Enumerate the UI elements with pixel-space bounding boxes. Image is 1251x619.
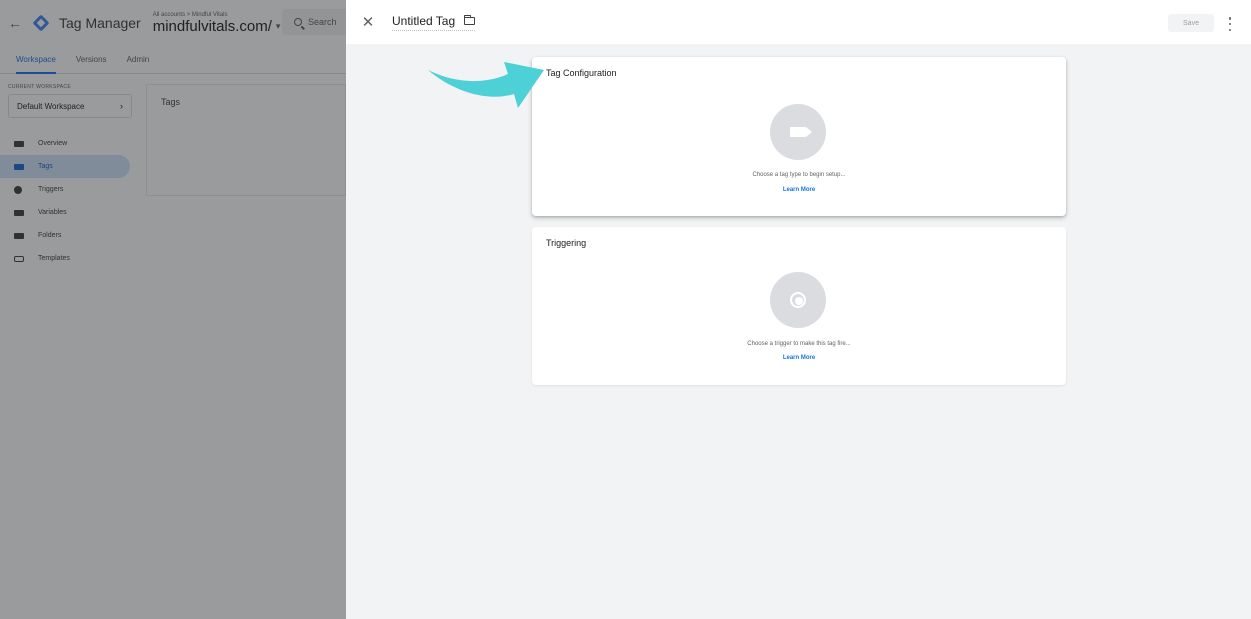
tag-configuration-card[interactable]: Tag Configuration Choose a tag type to b… bbox=[532, 57, 1066, 216]
learn-more-link[interactable]: Learn More bbox=[532, 355, 1066, 361]
card-hint: Choose a tag type to begin setup... bbox=[752, 172, 846, 178]
trigger-placeholder[interactable] bbox=[770, 272, 826, 328]
tag-title: Untitled Tag bbox=[392, 13, 456, 28]
card-title: Tag Configuration bbox=[546, 68, 617, 78]
tag-name-field[interactable]: Untitled Tag bbox=[392, 13, 476, 31]
tag-type-placeholder[interactable] bbox=[770, 104, 826, 160]
trigger-icon bbox=[790, 292, 806, 308]
folder-icon[interactable] bbox=[463, 14, 476, 25]
learn-more-link[interactable]: Learn More bbox=[532, 187, 1066, 193]
save-button[interactable]: Save bbox=[1168, 14, 1214, 32]
more-options-icon[interactable] bbox=[1228, 17, 1232, 31]
card-hint: Choose a trigger to make this tag fire..… bbox=[747, 341, 851, 347]
modal-scrim[interactable] bbox=[0, 0, 346, 619]
editor-header: ✕ Untitled Tag bbox=[346, 0, 1251, 44]
card-title: Triggering bbox=[546, 238, 587, 248]
background-app: ← Tag Manager All accounts > Mindful Vit… bbox=[0, 0, 346, 619]
close-icon[interactable]: ✕ bbox=[358, 13, 378, 31]
triggering-card[interactable]: Triggering Choose a trigger to make this… bbox=[532, 227, 1066, 385]
tag-icon bbox=[790, 127, 812, 137]
pointer-arrow-icon bbox=[428, 62, 544, 108]
